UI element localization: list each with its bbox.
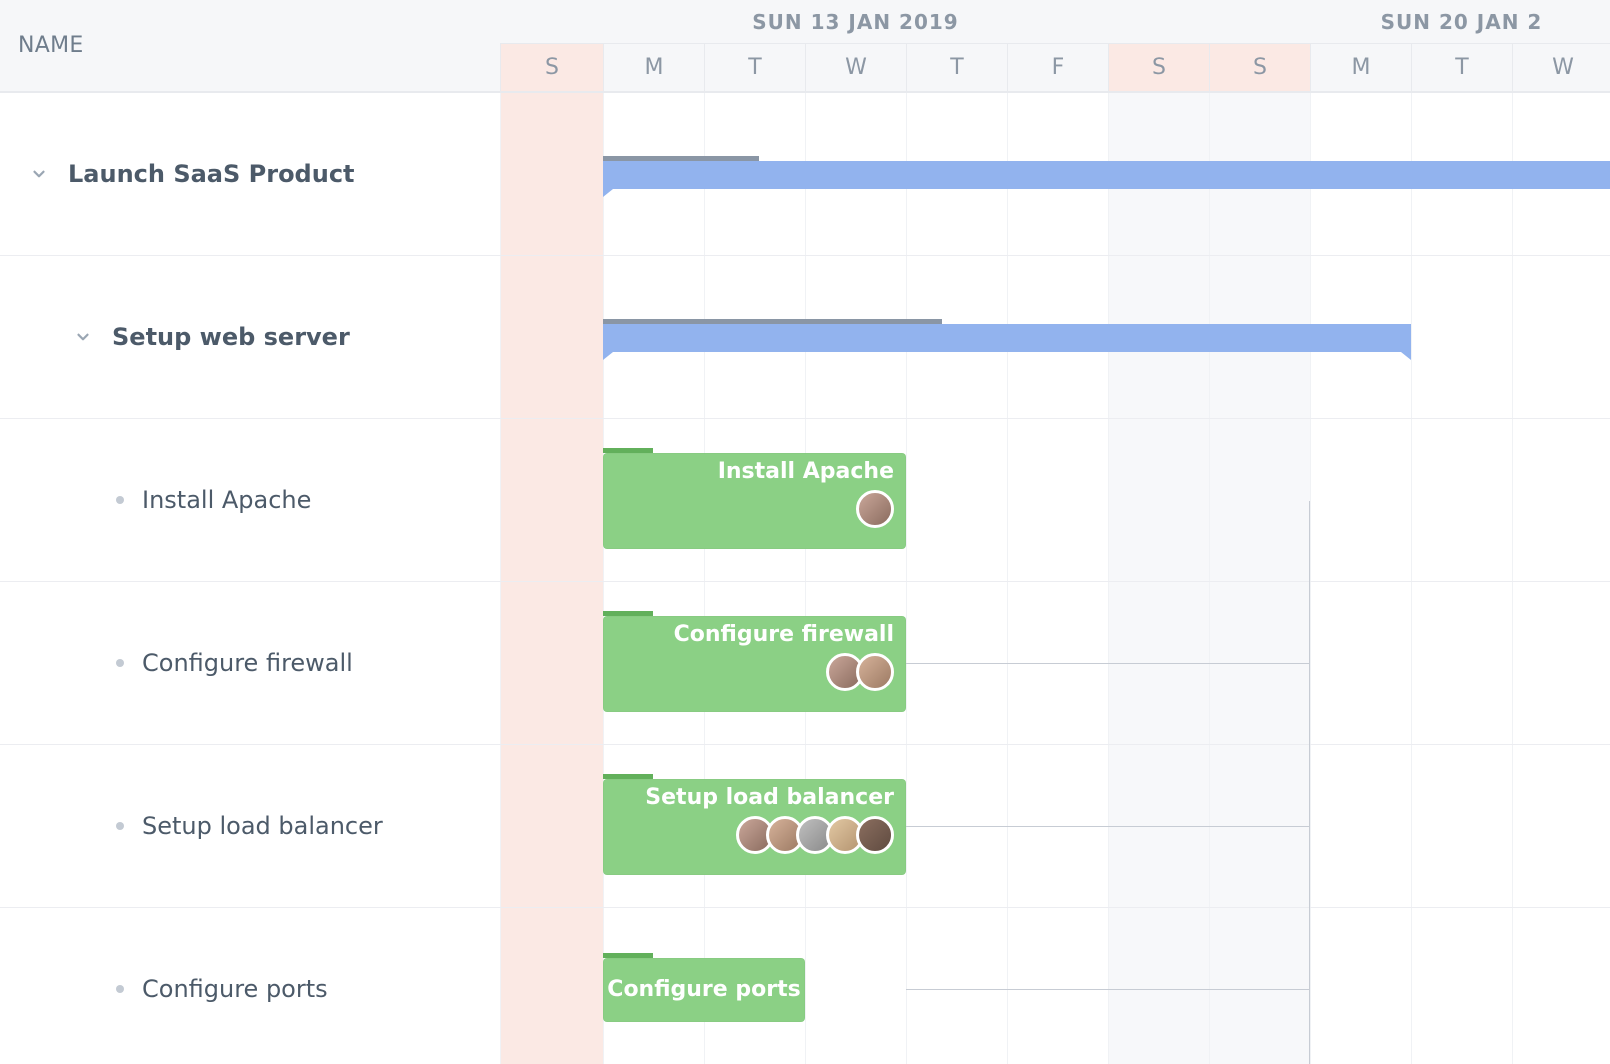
gantt-row: Configure firewall Configure firewall [0,582,1610,745]
assignee-avatars [615,653,894,691]
avatar[interactable] [856,816,894,854]
completion-indicator [603,319,942,324]
task-bar[interactable]: Configure firewall [603,616,906,712]
row-label: Configure firewall [142,649,353,677]
dow-cell: T [1411,44,1512,91]
bullet-icon [116,496,124,504]
row-timeline: Configure firewall [500,582,1610,744]
dow-cell: W [1512,44,1610,91]
dow-cell: S [1209,44,1310,91]
gantt-body: Launch SaaS Product Setup web server Insta… [0,93,1610,1064]
completion-indicator [603,156,759,161]
row-timeline: Install Apache [500,419,1610,581]
row-name-cell[interactable]: Install Apache [0,419,500,581]
bullet-icon [116,822,124,830]
row-label: Install Apache [142,486,311,514]
summary-bar[interactable] [603,161,1610,189]
task-bar-label: Install Apache [615,459,894,484]
task-progress-tick [603,774,653,779]
dow-cell: W [805,44,906,91]
dow-cell: T [906,44,1007,91]
name-column-label: NAME [18,33,84,58]
row-timeline: Setup load balancer [500,745,1610,907]
row-label: Launch SaaS Product [68,160,355,188]
dependency-line [805,990,1310,1064]
header: NAME SUN 13 JAN 2019 SUN 20 JAN 2 SMTWTF… [0,0,1610,93]
date-header: SUN 13 JAN 2019 SUN 20 JAN 2 [500,0,1610,44]
task-bar-label: Configure ports [607,977,800,1002]
task-progress-tick [603,611,653,616]
dow-cell: S [500,44,603,91]
gantt-row: Setup web server [0,256,1610,419]
task-progress-tick [603,448,653,453]
gantt-row: Configure ports Configure ports [0,908,1610,1064]
summary-bar[interactable] [603,324,1411,352]
row-label: Setup web server [112,323,350,351]
task-bar[interactable]: Setup load balancer [603,779,906,875]
row-label: Configure ports [142,975,328,1003]
avatar[interactable] [856,653,894,691]
row-name-cell[interactable]: Configure ports [0,908,500,1064]
task-bar-label: Configure firewall [615,622,894,647]
gantt-app: NAME SUN 13 JAN 2019 SUN 20 JAN 2 SMTWTF… [0,0,1610,1064]
week-label-1: SUN 20 JAN 2 [1381,10,1543,34]
dow-cell: M [603,44,704,91]
row-timeline: Configure ports [500,908,1610,1064]
bullet-icon [116,659,124,667]
task-bar-label: Setup load balancer [615,785,894,810]
task-progress-tick [603,953,653,958]
gantt-row: Install Apache Install Apache [0,419,1610,582]
row-name-cell[interactable]: Setup load balancer [0,745,500,907]
dow-cell: T [704,44,805,91]
assignee-avatars [615,490,894,528]
gantt-row: Setup load balancer Setup load balancer [0,745,1610,908]
task-bar[interactable]: Configure ports [603,958,805,1022]
task-bar[interactable]: Install Apache [603,453,906,549]
dow-cell: F [1007,44,1108,91]
avatar[interactable] [856,490,894,528]
name-column-header: NAME [0,0,500,93]
dow-cell: S [1108,44,1209,91]
chevron-down-icon[interactable] [28,163,50,185]
assignee-avatars [615,816,894,854]
row-timeline [500,93,1610,255]
bullet-icon [116,985,124,993]
row-name-cell[interactable]: Launch SaaS Product [0,93,500,255]
row-timeline [500,256,1610,418]
week-label-0: SUN 13 JAN 2019 [752,10,958,34]
dow-cell: M [1310,44,1411,91]
row-name-cell[interactable]: Configure firewall [0,582,500,744]
row-label: Setup load balancer [142,812,383,840]
row-name-cell[interactable]: Setup web server [0,256,500,418]
gantt-row: Launch SaaS Product [0,93,1610,256]
day-of-week-header: SMTWTFSSMTW [500,44,1610,93]
chevron-down-icon[interactable] [72,326,94,348]
